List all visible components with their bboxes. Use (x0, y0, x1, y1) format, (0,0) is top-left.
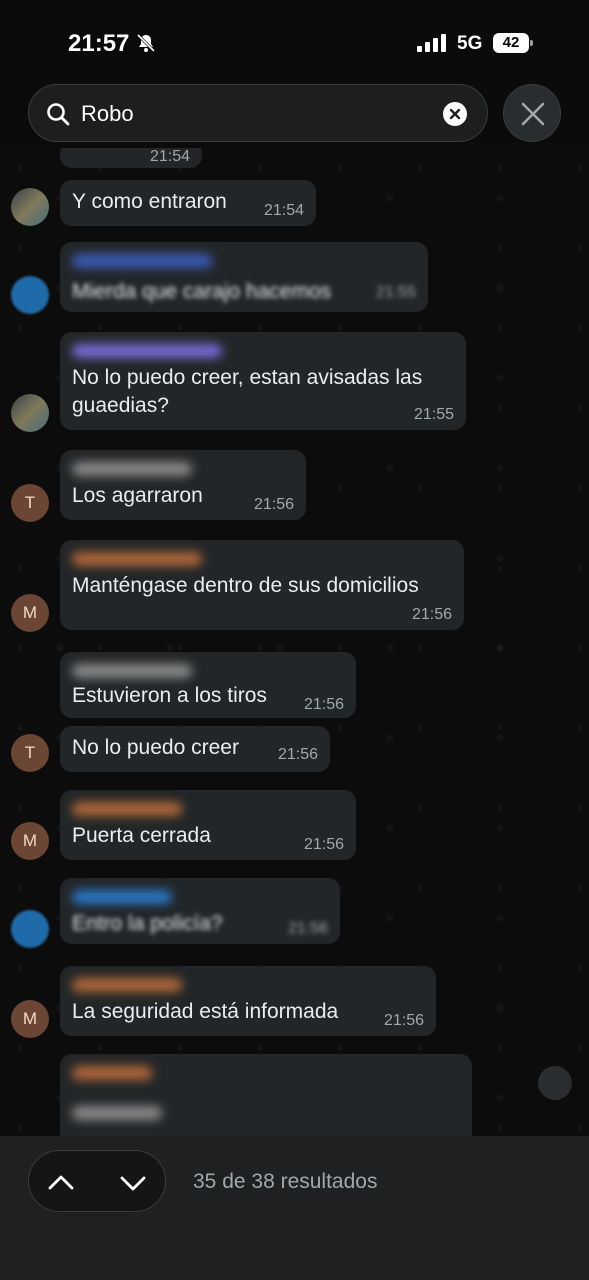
message-time: 21:56 (287, 920, 328, 937)
message-time: 21:56 (383, 1012, 424, 1029)
avatar[interactable]: M (11, 1000, 49, 1038)
avatar[interactable] (11, 910, 49, 948)
message-bubble[interactable]: La seguridad está informada 21:56 (60, 966, 436, 1036)
message-bubble[interactable]: Puerta cerrada 21:56 (60, 790, 356, 860)
sender-name (72, 462, 192, 476)
avatar[interactable] (11, 394, 49, 432)
message-bubble[interactable]: Entro la policía? 21:56 (60, 878, 340, 944)
chat-area[interactable]: 21:54 Y como entraron 21:54 Mierda que c… (0, 148, 589, 1136)
message-time: 21:56 (411, 606, 452, 623)
sender-name (72, 1066, 152, 1080)
results-count: 35 de 38 resultados (193, 1170, 378, 1193)
message-text: Manténgase dentro de sus domicilios (72, 574, 419, 597)
message-bubble-partial[interactable] (60, 1054, 472, 1136)
battery-icon: 42 (493, 33, 533, 53)
avatar[interactable]: M (11, 594, 49, 632)
message-time: 21:55 (375, 284, 416, 301)
search-input[interactable]: Robo (28, 84, 488, 142)
message-bubble[interactable]: Los agarraron 21:56 (60, 450, 306, 520)
status-bar: 21:57 5G 42 (0, 0, 589, 84)
message-bubble[interactable]: Manténgase dentro de sus domicilios 21:5… (60, 540, 464, 630)
message-bubble[interactable]: Estuvieron a los tiros 21:56 (60, 652, 356, 718)
clear-icon (449, 108, 461, 120)
scroll-down-button[interactable] (538, 1066, 572, 1100)
message-time: 21:56 (277, 746, 318, 763)
message-time: 21:55 (413, 406, 454, 423)
message-time: 21:56 (303, 836, 344, 853)
avatar[interactable] (11, 276, 49, 314)
avatar[interactable]: T (11, 484, 49, 522)
signal-icon (417, 34, 446, 52)
message-text: Mierda que carajo hacemos (72, 280, 332, 303)
sender-name (72, 978, 182, 992)
chevron-up-icon[interactable] (47, 1169, 75, 1197)
message-time: 21:56 (303, 696, 344, 713)
status-time: 21:57 (68, 30, 130, 57)
message-bubble[interactable]: Mierda que carajo hacemos 21:55 (60, 242, 428, 312)
message-time: 21:54 (263, 202, 304, 219)
message-time: 21:56 (253, 496, 294, 513)
battery-level: 42 (502, 34, 520, 51)
sender-name (72, 802, 182, 816)
message-bubble[interactable]: No lo puedo creer 21:56 (60, 726, 330, 772)
network-type: 5G (457, 33, 483, 54)
avatar[interactable]: T (11, 734, 49, 772)
message-text: La seguridad está informada (72, 1000, 339, 1023)
message-bubble-partial[interactable]: 21:54 (60, 148, 202, 168)
search-query[interactable]: Robo (81, 101, 134, 127)
chevron-down-icon[interactable] (119, 1169, 147, 1197)
avatar[interactable] (11, 188, 49, 226)
message-time: 21:54 (149, 148, 190, 165)
result-navigation (28, 1150, 166, 1212)
message-bubble[interactable]: Y como entraron 21:54 (60, 180, 316, 226)
close-search-button[interactable] (503, 84, 561, 142)
quoted-sender (72, 1106, 162, 1120)
bell-muted-icon (136, 33, 156, 53)
sender-name (72, 552, 202, 566)
avatar[interactable]: M (11, 822, 49, 860)
search-icon (47, 103, 70, 126)
sender-name (72, 344, 222, 358)
search-navigation-bar: 35 de 38 resultados (0, 1136, 589, 1280)
sender-name (72, 664, 192, 678)
close-icon (521, 102, 545, 126)
clear-search-button[interactable] (443, 102, 467, 126)
message-bubble[interactable]: No lo puedo creer, estan avisadas las gu… (60, 332, 466, 430)
